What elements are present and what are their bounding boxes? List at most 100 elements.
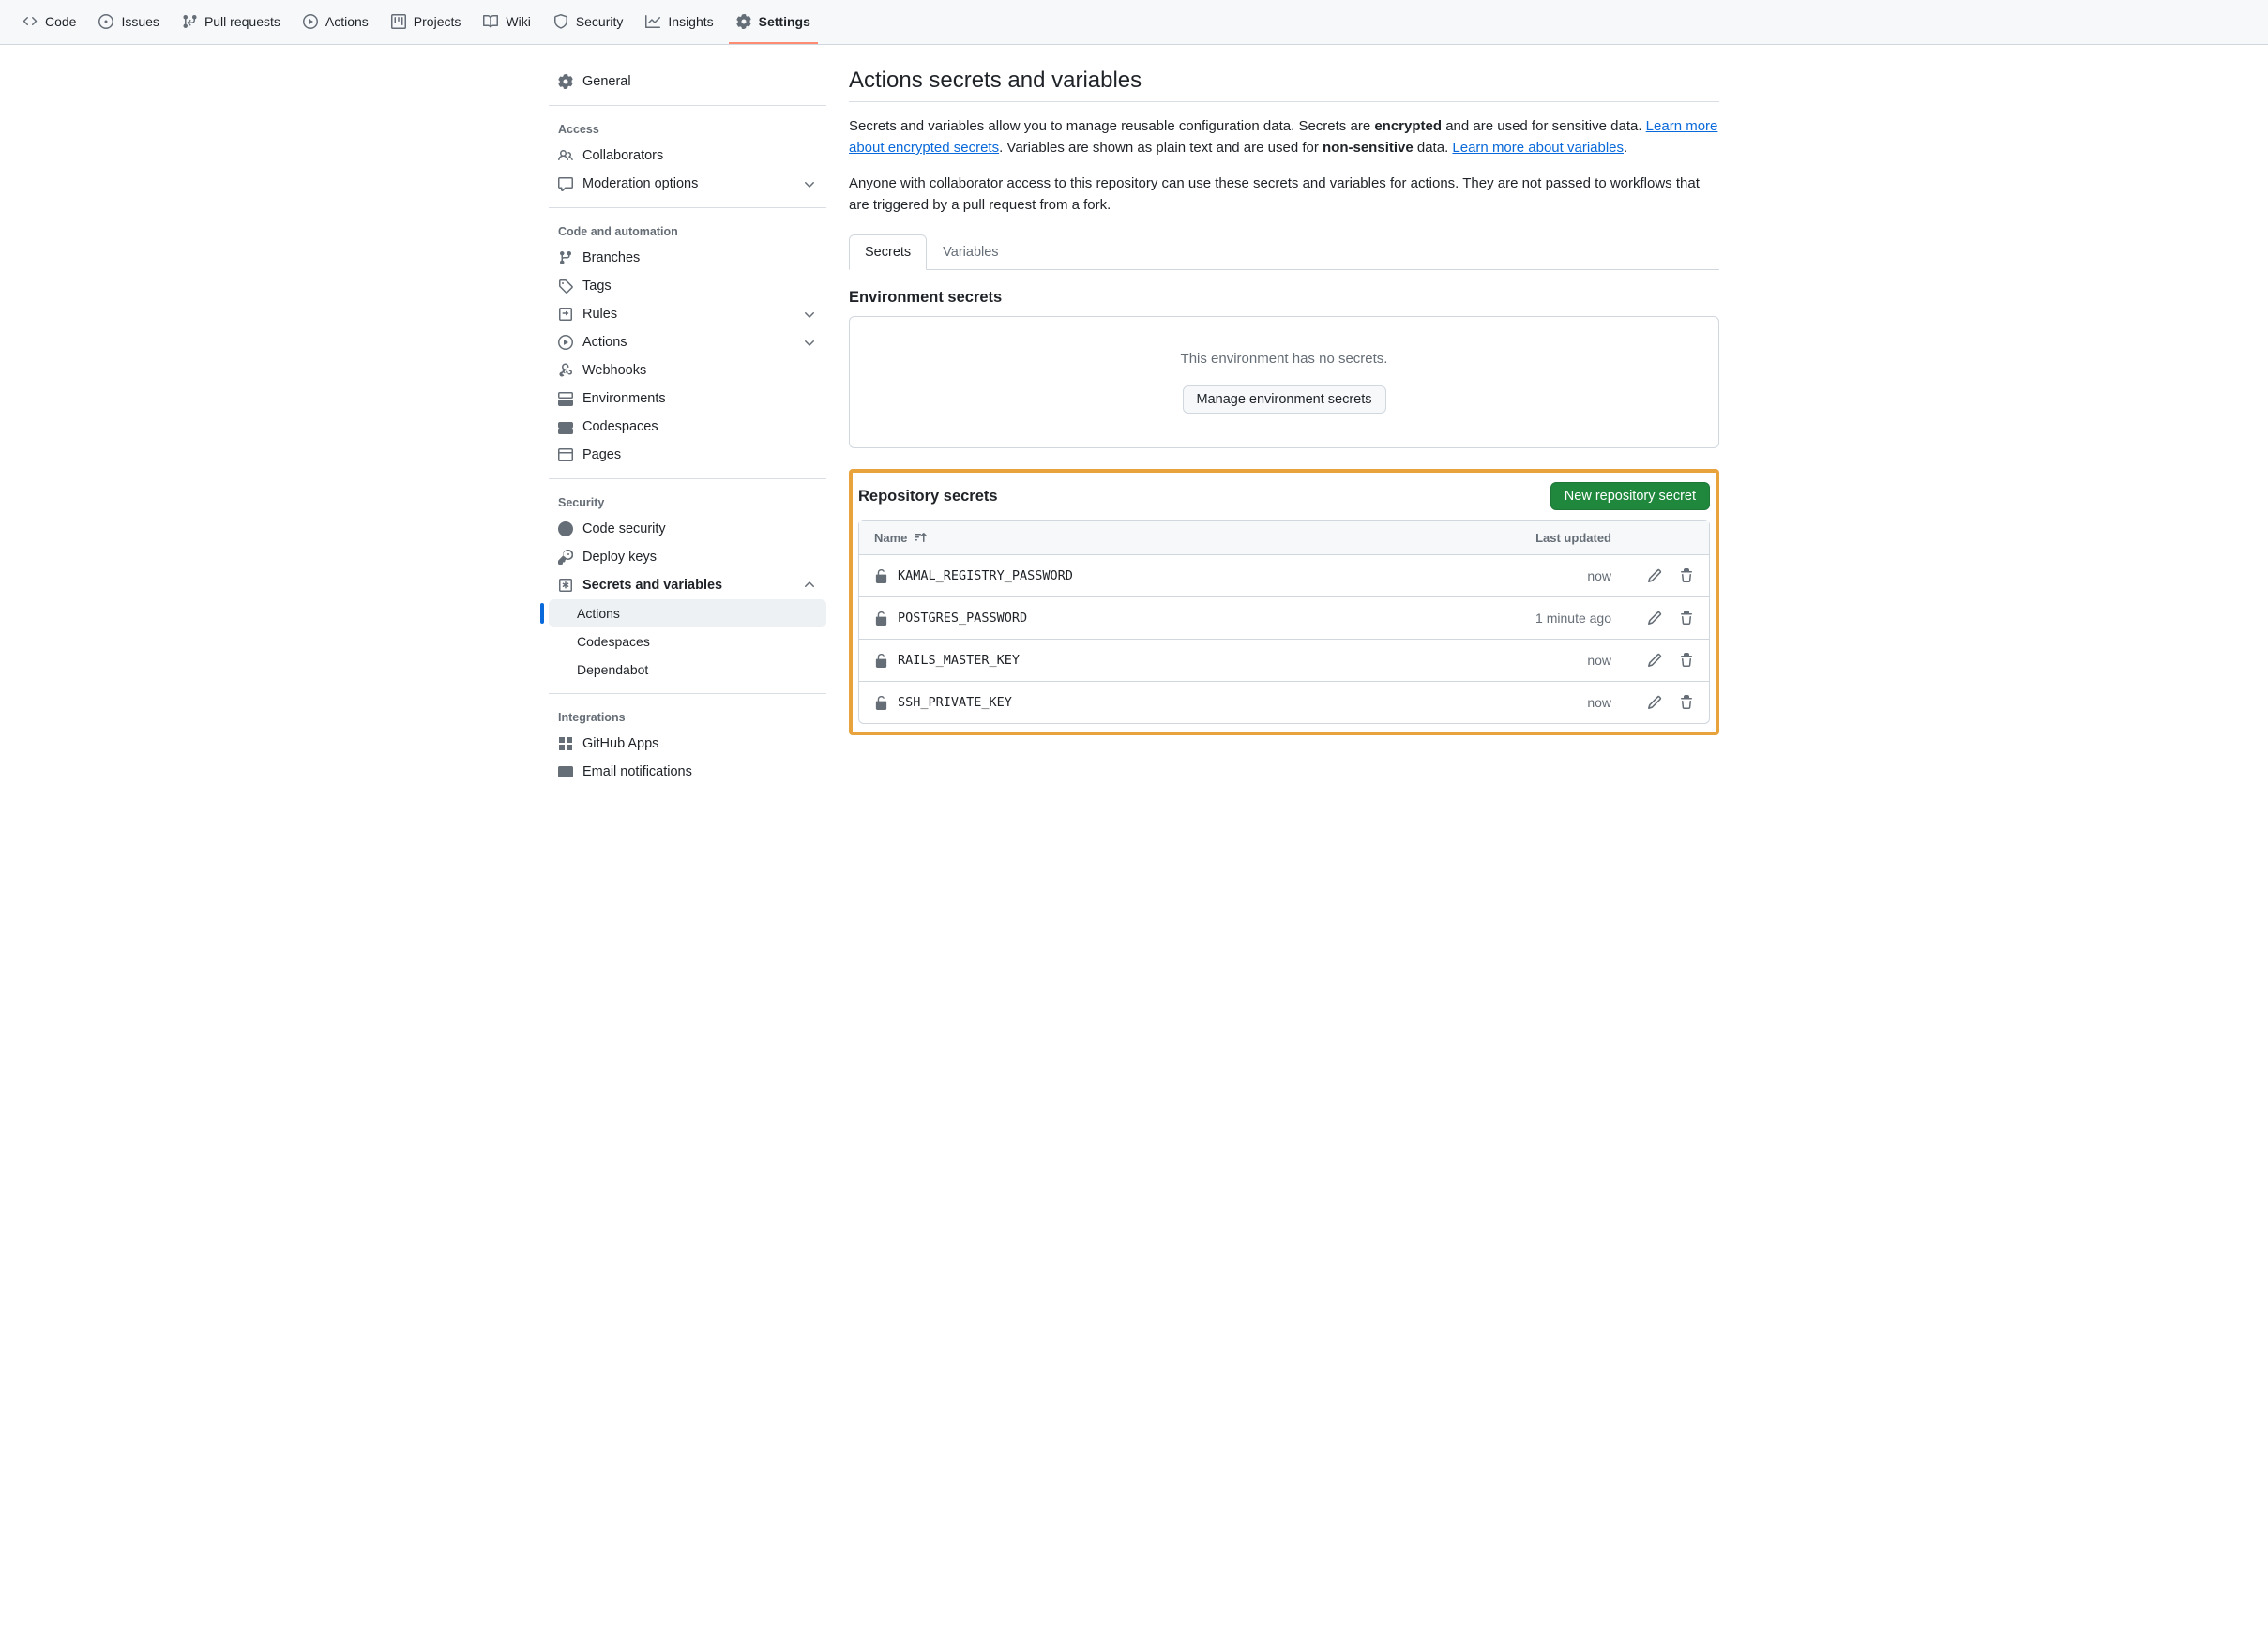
repo-nav-security[interactable]: Security [546,1,631,44]
gear-icon [558,74,573,89]
play-icon [558,335,573,350]
separator [549,693,826,694]
tab-variables[interactable]: Variables [927,234,1014,270]
trash-icon[interactable] [1679,695,1694,710]
repo-secrets-table: Name Last updated KAMAL_REGISTRY_PASSWOR… [858,520,1710,724]
gear-icon [736,14,751,29]
table-row: SSH_PRIVATE_KEY now [859,682,1709,723]
shield-icon [553,14,568,29]
env-empty-text: This environment has no secrets. [884,351,1685,367]
repo-nav: CodeIssuesPull requestsActionsProjectsWi… [0,0,2268,45]
lock-icon [874,654,888,668]
table-row: RAILS_MASTER_KEY now [859,640,1709,682]
lock-icon [874,611,888,626]
pencil-icon[interactable] [1647,695,1662,710]
sidebar-item-moderation-options[interactable]: Moderation options [549,170,826,198]
sidebar-label: General [582,74,631,89]
env-secrets-title: Environment secrets [849,289,1719,307]
sidebar-heading: Integrations [549,703,826,730]
lock-icon [874,696,888,710]
sidebar-item-webhooks[interactable]: Webhooks [549,356,826,385]
repo-nav-projects[interactable]: Projects [384,1,469,44]
repo-nav-pull-requests[interactable]: Pull requests [174,1,288,44]
repo-nav-issues[interactable]: Issues [91,1,166,44]
sidebar-subitem-actions[interactable]: Actions [549,599,826,627]
secret-updated: now [1452,653,1611,668]
trash-icon[interactable] [1679,611,1694,626]
secret-name: SSH_PRIVATE_KEY [874,695,1452,710]
sidebar-item-deploy-keys[interactable]: Deploy keys [549,543,826,571]
project-icon [391,14,406,29]
repo-nav-settings[interactable]: Settings [729,1,818,44]
sidebar-item-codespaces[interactable]: Codespaces [549,413,826,441]
page-title: Actions secrets and variables [849,68,1719,102]
main-content: Actions secrets and variables Secrets an… [849,68,1719,786]
sidebar-item-branches[interactable]: Branches [549,244,826,272]
secret-actions [1611,568,1694,583]
browser-icon [558,447,573,462]
sidebar-item-secrets-and-variables[interactable]: Secrets and variables [549,571,826,599]
chevron-down-icon [802,307,817,322]
sidebar-item-pages[interactable]: Pages [549,441,826,469]
separator [549,105,826,106]
server-icon [558,391,573,406]
sidebar-subitem-dependabot[interactable]: Dependabot [549,656,826,684]
pencil-icon[interactable] [1647,611,1662,626]
tab-secrets[interactable]: Secrets [849,234,927,270]
description-2: Anyone with collaborator access to this … [849,173,1719,217]
sidebar-item-tags[interactable]: Tags [549,272,826,300]
secret-name: KAMAL_REGISTRY_PASSWORD [874,568,1452,583]
codespaces-icon [558,419,573,434]
secret-updated: now [1452,568,1611,583]
sidebar-item-github-apps[interactable]: GitHub Apps [549,730,826,758]
sidebar-item-code-security[interactable]: Code security [549,515,826,543]
secret-actions [1611,611,1694,626]
chevron-down-icon [802,335,817,350]
manage-env-secrets-button[interactable]: Manage environment secrets [1183,385,1386,414]
pencil-icon[interactable] [1647,653,1662,668]
description-1: Secrets and variables allow you to manag… [849,115,1719,159]
secret-name: RAILS_MASTER_KEY [874,653,1452,668]
separator [549,207,826,208]
graph-icon [645,14,660,29]
repo-nav-code[interactable]: Code [15,1,83,44]
repo-nav-wiki[interactable]: Wiki [476,1,537,44]
secret-updated: 1 minute ago [1452,611,1611,626]
chevron-up-icon [802,578,817,593]
pencil-icon[interactable] [1647,568,1662,583]
mail-icon [558,764,573,779]
sidebar-subitem-codespaces[interactable]: Codespaces [549,627,826,656]
codesec-icon [558,521,573,536]
sidebar-heading: Security [549,489,826,515]
settings-sidebar: General AccessCollaboratorsModeration op… [549,68,826,786]
play-icon [303,14,318,29]
sidebar-item-email-notifications[interactable]: Email notifications [549,758,826,786]
sidebar-item-rules[interactable]: Rules [549,300,826,328]
repo-nav-insights[interactable]: Insights [638,1,720,44]
new-repo-secret-button[interactable]: New repository secret [1550,482,1710,510]
table-header: Name Last updated [859,521,1709,555]
book-icon [483,14,498,29]
secret-updated: now [1452,695,1611,710]
branch-icon [558,250,573,265]
sidebar-item-collaborators[interactable]: Collaborators [549,142,826,170]
key-icon [558,550,573,565]
table-row: KAMAL_REGISTRY_PASSWORD now [859,555,1709,597]
col-name[interactable]: Name [874,530,1452,545]
table-row: POSTGRES_PASSWORD 1 minute ago [859,597,1709,640]
secret-actions [1611,653,1694,668]
sidebar-item-general[interactable]: General [549,68,826,96]
comment-icon [558,176,573,191]
tabnav: Secrets Variables [849,234,1719,270]
repo-secrets-title: Repository secrets [858,488,998,506]
link-variables[interactable]: Learn more about variables [1452,140,1624,156]
trash-icon[interactable] [1679,653,1694,668]
sidebar-item-actions[interactable]: Actions [549,328,826,356]
sidebar-item-environments[interactable]: Environments [549,385,826,413]
sort-icon [913,530,928,545]
col-updated: Last updated [1452,531,1611,545]
repo-nav-actions[interactable]: Actions [295,1,376,44]
sidebar-heading: Code and automation [549,218,826,244]
trash-icon[interactable] [1679,568,1694,583]
env-secrets-box: This environment has no secrets. Manage … [849,316,1719,448]
